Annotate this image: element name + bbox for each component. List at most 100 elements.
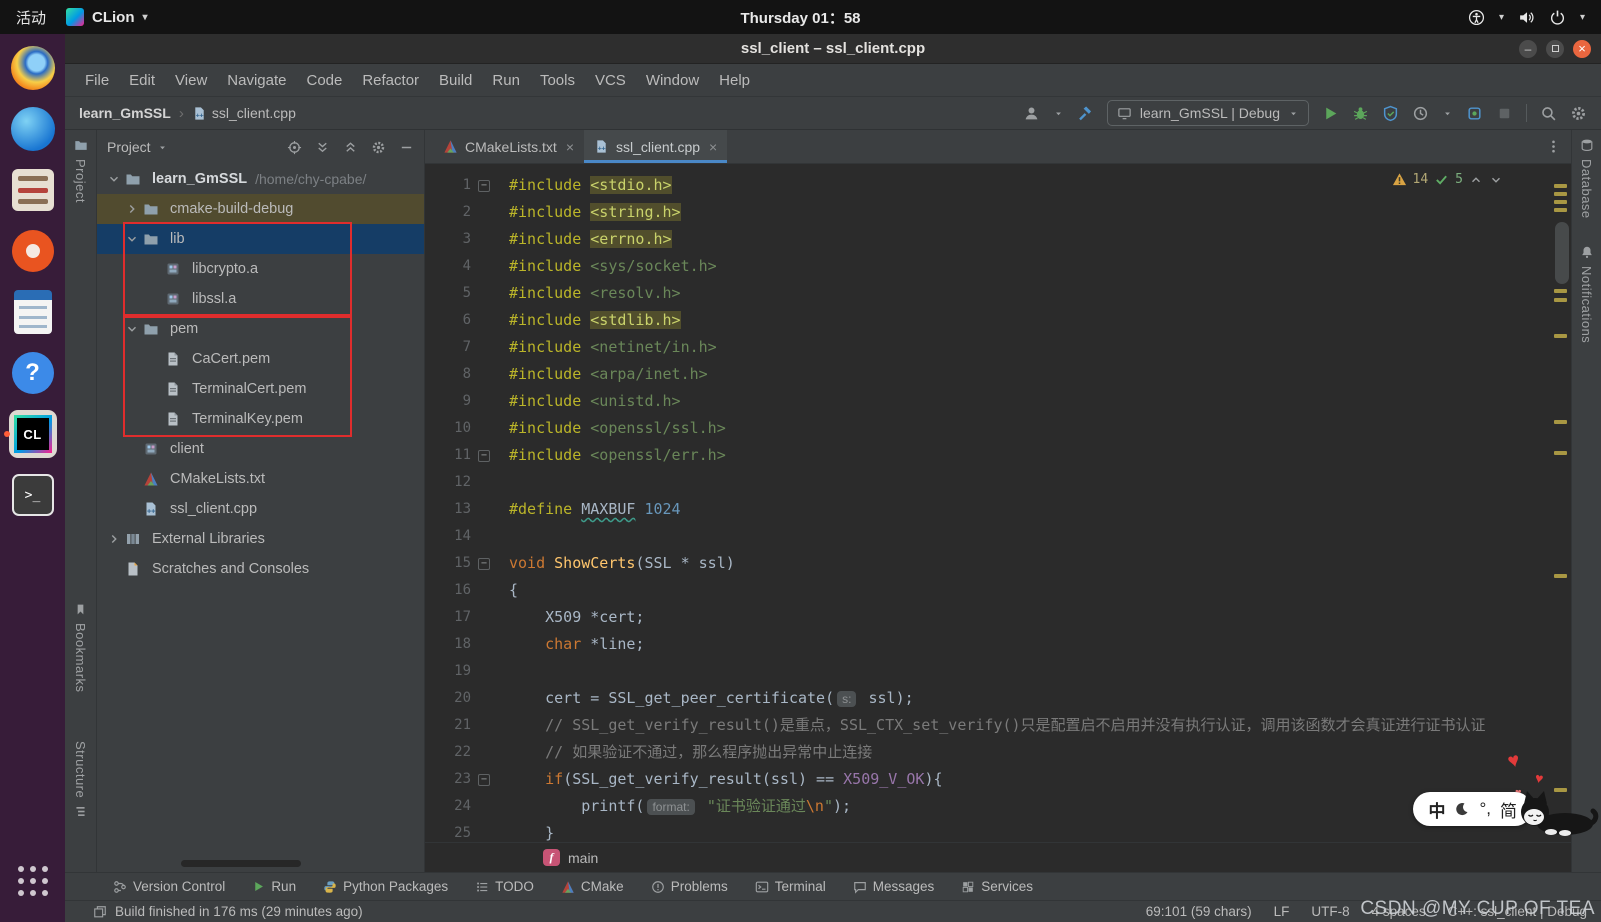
activities-button[interactable]: 活动 bbox=[16, 7, 46, 28]
toolwindow-python-packages[interactable]: Python Packages bbox=[323, 879, 448, 894]
profiler-button[interactable] bbox=[1412, 105, 1429, 122]
panel-settings-gear-icon[interactable] bbox=[371, 140, 386, 155]
file-cabinet-icon[interactable] bbox=[6, 166, 60, 214]
app-menu[interactable]: CLion ▾ bbox=[66, 8, 148, 26]
menu-tools[interactable]: Tools bbox=[530, 72, 585, 89]
chevron-down-icon[interactable] bbox=[121, 322, 143, 336]
line-number[interactable]: 16 bbox=[425, 577, 471, 604]
close-icon[interactable]: × bbox=[566, 139, 574, 155]
menu-window[interactable]: Window bbox=[636, 72, 709, 89]
warning-stripe-mark[interactable] bbox=[1554, 451, 1567, 455]
scrollbar-thumb[interactable] bbox=[1555, 222, 1569, 284]
code-line[interactable]: 25 } bbox=[425, 820, 1549, 842]
code-line[interactable]: 21 // SSL_get_verify_result()是重点，SSL_CTX… bbox=[425, 712, 1549, 739]
menu-code[interactable]: Code bbox=[296, 72, 352, 89]
line-number[interactable]: 13 bbox=[425, 496, 471, 523]
tree-item-terminalcert[interactable]: TerminalCert.pem bbox=[97, 374, 424, 404]
line-number[interactable]: 25 bbox=[425, 820, 471, 842]
line-number[interactable]: 9 bbox=[425, 388, 471, 415]
code-line[interactable]: 6 #include <stdlib.h> bbox=[425, 307, 1549, 334]
tree-item-sslclient[interactable]: ssl_client.cpp bbox=[97, 494, 424, 524]
menu-build[interactable]: Build bbox=[429, 72, 482, 89]
line-number[interactable]: 4 bbox=[425, 253, 471, 280]
tree-item-root[interactable]: learn_GmSSL /home/chy-cpabe/ bbox=[97, 164, 424, 194]
toolwindow-run[interactable]: Run bbox=[252, 879, 296, 894]
tree-item-cacert[interactable]: CaCert.pem bbox=[97, 344, 424, 374]
tree-item-scratches[interactable]: Scratches and Consoles bbox=[97, 554, 424, 584]
accessibility-icon[interactable] bbox=[1468, 9, 1485, 26]
menu-view[interactable]: View bbox=[165, 72, 217, 89]
code-line[interactable]: 1− #include <stdio.h> bbox=[425, 172, 1549, 199]
fold-marker-icon[interactable]: − bbox=[471, 550, 497, 577]
tool-stripe-database[interactable]: Database bbox=[1579, 138, 1594, 219]
search-everywhere-icon[interactable] bbox=[1540, 105, 1557, 122]
chevron-right-icon[interactable] bbox=[103, 532, 125, 546]
code-line[interactable]: 9 #include <unistd.h> bbox=[425, 388, 1549, 415]
software-center-icon[interactable] bbox=[6, 227, 60, 275]
line-number[interactable]: 12 bbox=[425, 469, 471, 496]
line-number[interactable]: 7 bbox=[425, 334, 471, 361]
thunderbird-icon[interactable] bbox=[6, 105, 60, 153]
menu-refactor[interactable]: Refactor bbox=[352, 72, 429, 89]
toolwindow-problems[interactable]: Problems bbox=[651, 879, 728, 894]
chevron-down-icon[interactable] bbox=[103, 172, 125, 186]
inspection-widget[interactable]: 14 5 bbox=[1392, 172, 1503, 187]
expand-all-icon[interactable] bbox=[315, 140, 330, 155]
input-method-bar[interactable]: 中 °, 简 bbox=[1413, 792, 1532, 826]
coverage-button[interactable] bbox=[1382, 105, 1399, 122]
line-number[interactable]: 23 bbox=[425, 766, 471, 793]
run-configuration-select[interactable]: learn_GmSSL | Debug bbox=[1106, 100, 1309, 126]
toolwindow-todo[interactable]: TODO bbox=[475, 879, 534, 894]
close-icon[interactable]: × bbox=[709, 139, 717, 155]
code-line[interactable]: 11− #include <openssl/err.h> bbox=[425, 442, 1549, 469]
tree-item-client[interactable]: client bbox=[97, 434, 424, 464]
clock[interactable]: Thursday 01：58 bbox=[0, 7, 1601, 28]
code-line[interactable]: 16 { bbox=[425, 577, 1549, 604]
horizontal-scrollbar[interactable] bbox=[181, 860, 301, 867]
volume-icon[interactable] bbox=[1518, 9, 1535, 26]
toolwindow-services[interactable]: Services bbox=[961, 879, 1033, 894]
project-panel-title[interactable]: Project bbox=[107, 139, 168, 155]
terminal-dock-icon[interactable]: >_ bbox=[6, 471, 60, 519]
line-number[interactable]: 8 bbox=[425, 361, 471, 388]
settings-gear-icon[interactable] bbox=[1570, 105, 1587, 122]
clion-dock-icon[interactable]: CL bbox=[3, 410, 60, 458]
tab-ssl-client[interactable]: ssl_client.cpp × bbox=[584, 130, 728, 163]
toolwindow-version-control[interactable]: Version Control bbox=[113, 879, 225, 894]
ime-charset[interactable]: 简 bbox=[1500, 797, 1517, 822]
build-hammer-icon[interactable] bbox=[1077, 105, 1094, 122]
warning-stripe-mark[interactable] bbox=[1554, 298, 1567, 302]
stop-button[interactable] bbox=[1496, 105, 1513, 122]
fold-marker-icon[interactable]: − bbox=[471, 172, 497, 199]
line-number[interactable]: 5 bbox=[425, 280, 471, 307]
code-line[interactable]: 22 // 如果验证不通过，那么程序抛出异常中止连接 bbox=[425, 739, 1549, 766]
chevron-right-icon[interactable] bbox=[121, 202, 143, 216]
line-number[interactable]: 10 bbox=[425, 415, 471, 442]
ime-punctuation[interactable]: °, bbox=[1479, 799, 1491, 819]
locate-file-icon[interactable] bbox=[287, 140, 302, 155]
tree-item-cmake-build-debug[interactable]: cmake-build-debug bbox=[97, 194, 424, 224]
window-titlebar[interactable]: ssl_client – ssl_client.cpp – × bbox=[65, 34, 1601, 64]
close-button[interactable]: × bbox=[1573, 39, 1591, 58]
line-ending[interactable]: LF bbox=[1274, 904, 1290, 919]
code-line[interactable]: 12 bbox=[425, 469, 1549, 496]
line-number[interactable]: 21 bbox=[425, 712, 471, 739]
line-number[interactable]: 2 bbox=[425, 199, 471, 226]
next-warning-icon[interactable] bbox=[1489, 173, 1503, 187]
tool-stripe-notifications[interactable]: Notifications bbox=[1579, 245, 1594, 343]
toolwindow-messages[interactable]: Messages bbox=[853, 879, 934, 894]
code-editor[interactable]: 1− #include <stdio.h> 2 #include <string.h>… bbox=[425, 164, 1549, 842]
toolwindow-cmake[interactable]: CMake bbox=[561, 879, 624, 894]
line-number[interactable]: 11 bbox=[425, 442, 471, 469]
chevron-down-icon[interactable] bbox=[121, 232, 143, 246]
line-number[interactable]: 15 bbox=[425, 550, 471, 577]
line-number[interactable]: 1 bbox=[425, 172, 471, 199]
hide-panel-icon[interactable] bbox=[399, 140, 414, 155]
code-line[interactable]: 4 #include <sys/socket.h> bbox=[425, 253, 1549, 280]
ime-language[interactable]: 中 bbox=[1428, 797, 1445, 822]
caret-position[interactable]: 69:101 (59 chars) bbox=[1146, 904, 1252, 919]
menu-help[interactable]: Help bbox=[709, 72, 760, 89]
tree-item-external-libraries[interactable]: External Libraries bbox=[97, 524, 424, 554]
menu-edit[interactable]: Edit bbox=[119, 72, 165, 89]
status-message[interactable]: Build finished in 176 ms (29 minutes ago… bbox=[115, 904, 363, 919]
